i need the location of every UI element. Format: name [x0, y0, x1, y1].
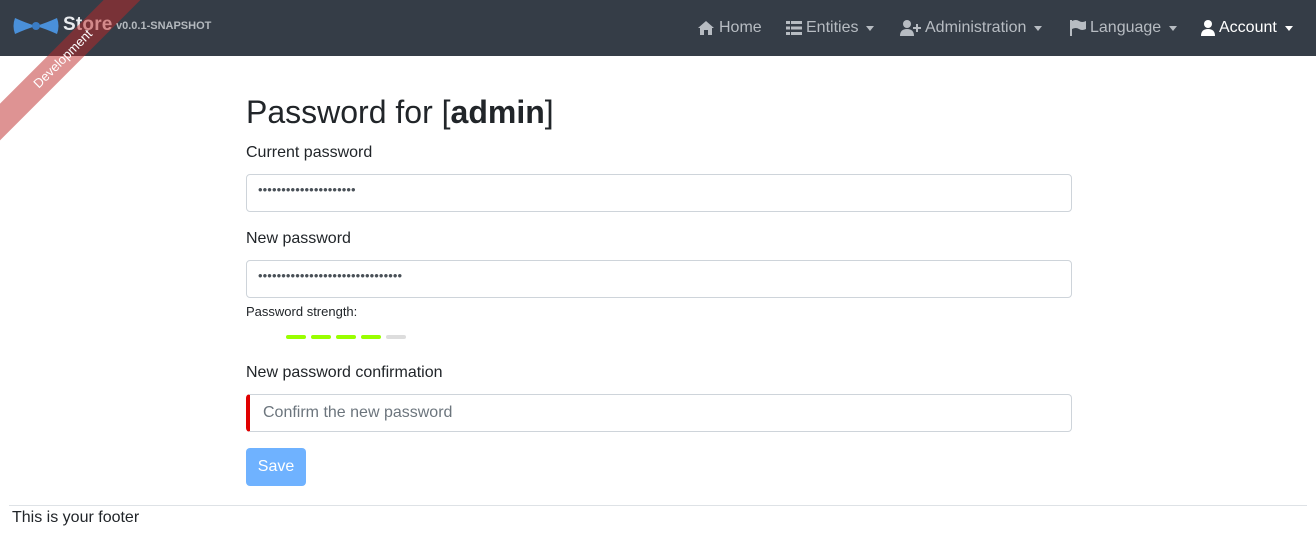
- brand-version: v0.0.1-SNAPSHOT: [116, 20, 212, 32]
- chevron-down-icon: [1169, 25, 1178, 31]
- username: admin: [450, 94, 545, 130]
- new-password-input[interactable]: •••••••••••••••••••••••••••••••: [246, 260, 1072, 298]
- new-password-value: •••••••••••••••••••••••••••••••: [258, 268, 403, 283]
- flag-icon: [1070, 20, 1086, 36]
- brand-name[interactable]: Store: [63, 14, 113, 36]
- current-password-label: Current password: [246, 144, 373, 161]
- current-password-input[interactable]: •••••••••••••••••••••: [246, 174, 1072, 212]
- password-strength-meter: [286, 335, 411, 339]
- bowtie-logo-icon[interactable]: [13, 15, 59, 37]
- chevron-down-icon: [1034, 25, 1043, 31]
- confirm-password-label: New password confirmation: [246, 364, 443, 381]
- confirm-password-input[interactable]: Confirm the new password: [246, 394, 1072, 432]
- nav-home[interactable]: Home: [697, 0, 762, 56]
- password-strength-label: Password strength:: [246, 304, 358, 319]
- list-icon: [786, 21, 802, 35]
- nav-language-label: Language: [1090, 19, 1162, 36]
- confirm-password-placeholder: Confirm the new password: [263, 404, 453, 421]
- strength-segment: [386, 335, 406, 339]
- current-password-value: •••••••••••••••••••••: [258, 182, 356, 197]
- new-password-label: New password: [246, 230, 351, 247]
- nav-home-label: Home: [719, 19, 762, 36]
- strength-segment: [311, 335, 331, 339]
- footer-divider: [9, 505, 1307, 506]
- nav-account-label: Account: [1219, 19, 1277, 36]
- nav-entities-label: Entities: [806, 19, 859, 36]
- strength-segment: [361, 335, 381, 339]
- nav-language[interactable]: Language: [1070, 0, 1178, 56]
- nav-entities[interactable]: Entities: [786, 0, 875, 56]
- save-button[interactable]: Save: [246, 448, 306, 486]
- home-icon: [698, 21, 714, 35]
- chevron-down-icon: [1284, 25, 1293, 31]
- page-title: Password for [admin]: [246, 94, 554, 131]
- chevron-down-icon: [866, 25, 875, 31]
- strength-segment: [286, 335, 306, 339]
- title-prefix: Password for [: [246, 94, 451, 130]
- top-navbar: Store v0.0.1-SNAPSHOT Home Entities Admi…: [0, 0, 1316, 56]
- nav-account[interactable]: Account: [1201, 0, 1293, 56]
- user-plus-icon: [900, 20, 921, 36]
- footer-text: This is your footer: [12, 509, 140, 526]
- nav-administration-label: Administration: [925, 19, 1027, 36]
- nav-administration[interactable]: Administration: [900, 0, 1043, 56]
- user-icon: [1201, 20, 1215, 36]
- strength-segment: [336, 335, 356, 339]
- title-suffix: ]: [544, 94, 554, 130]
